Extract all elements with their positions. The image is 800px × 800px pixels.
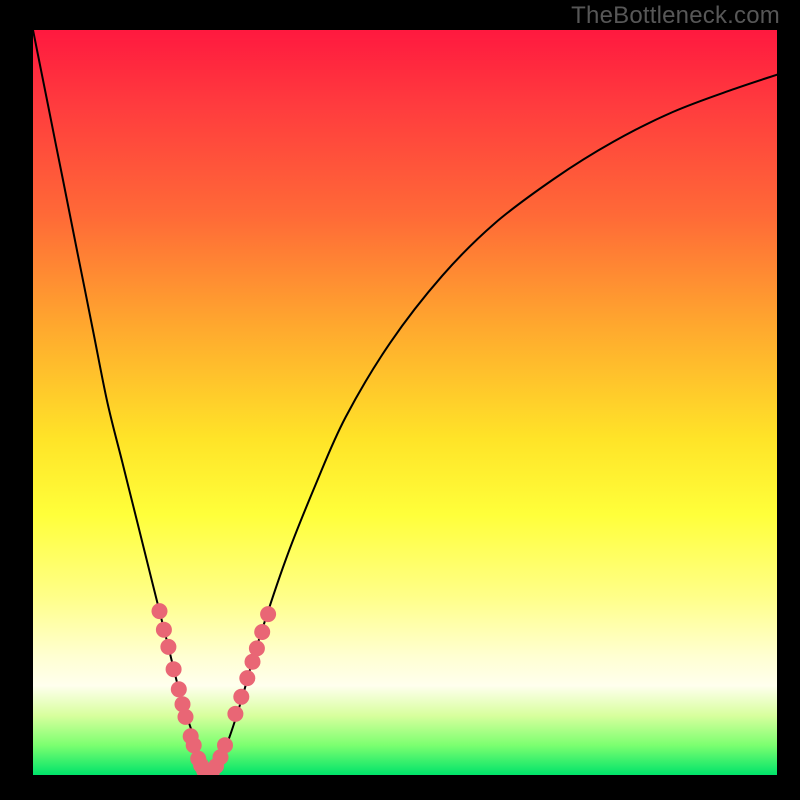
data-marker	[160, 639, 176, 655]
data-marker	[171, 681, 187, 697]
watermark-text: TheBottleneck.com	[571, 2, 780, 30]
chart-plot-area	[33, 30, 777, 775]
chart-svg	[33, 30, 777, 775]
bottleneck-curve	[33, 30, 777, 775]
data-marker	[227, 706, 243, 722]
data-marker	[239, 670, 255, 686]
data-marker	[166, 661, 182, 677]
data-marker	[249, 640, 265, 656]
data-marker	[178, 709, 194, 725]
data-marker	[156, 622, 172, 638]
data-marker	[233, 689, 249, 705]
data-marker	[152, 603, 168, 619]
marker-group	[152, 603, 277, 775]
data-marker	[217, 737, 233, 753]
data-marker	[254, 624, 270, 640]
data-marker	[260, 606, 276, 622]
